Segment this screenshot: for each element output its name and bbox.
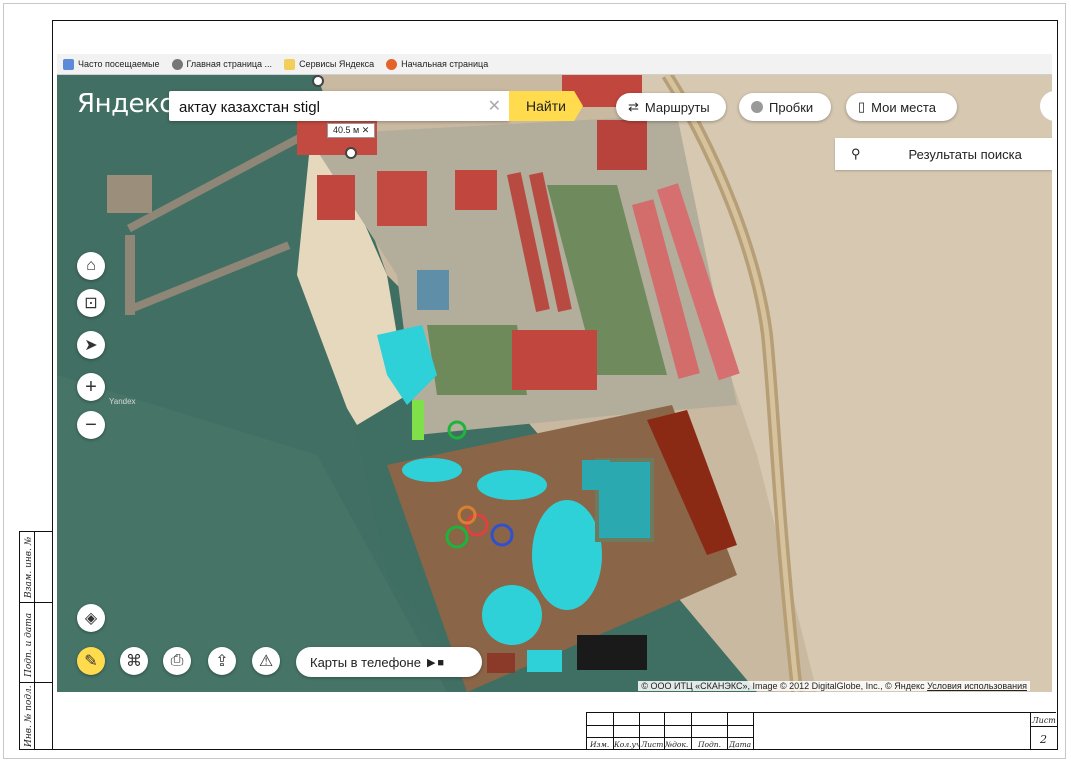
col-count: Кол.уч [614, 740, 641, 749]
print-button[interactable]: ⎙ [163, 647, 191, 675]
terms-link[interactable]: Условия использования [927, 681, 1027, 691]
traffic-icon [751, 101, 763, 113]
layers-icon: ◈ [84, 610, 98, 627]
close-icon[interactable]: ✕ [488, 96, 501, 116]
app-store-icons: ▶■ [426, 656, 447, 669]
page-icon [63, 58, 74, 70]
printer-icon: ⎙ [170, 652, 184, 669]
location-pin-icon: ⚲ [851, 146, 861, 161]
routes-button[interactable]: ⇄ Маршруты [616, 93, 726, 121]
warning-icon: ⚠ [258, 653, 274, 670]
routes-icon: ⇄ [628, 99, 639, 114]
sheet-number: 2 [1040, 733, 1047, 746]
col-doc: №док. [665, 740, 689, 749]
col-change: Изм. [590, 740, 610, 749]
bookmark-item[interactable]: Главная страница ... [171, 58, 272, 70]
yandex-logo[interactable]: Яндекс [77, 89, 174, 119]
plus-icon: + [85, 375, 97, 398]
search-results-panel[interactable]: ⚲ Результаты поиска [835, 138, 1052, 170]
bookmarks-bar: Часто посещаемые Главная страница ... Се… [57, 54, 1052, 75]
ruler-point-start[interactable] [312, 75, 324, 87]
ruler-icon: ✎ [84, 653, 98, 670]
minus-icon: − [85, 413, 97, 436]
firefox-icon [386, 58, 398, 70]
locate-icon: ➤ [84, 337, 98, 354]
bookmark-item[interactable]: Начальная страница [386, 58, 488, 70]
globe-icon [171, 58, 183, 70]
sheet-label: Лист [1032, 716, 1056, 725]
bookmark-icon: ▯ [858, 99, 866, 114]
col-date: Дата [729, 740, 752, 749]
share-icon: ⇪ [215, 653, 229, 670]
home-icon: ⌂ [86, 257, 96, 274]
folder-icon [284, 58, 296, 70]
bookmark-item[interactable]: Сервисы Яндекса [284, 58, 374, 70]
panorama-button[interactable]: ⌘ [120, 647, 148, 675]
bookmark-item[interactable]: Часто посещаемые [63, 58, 160, 70]
side-stamp: Инв. № подл. Подп. и дата Взам. инв. № [19, 531, 53, 750]
briefcase-icon: ⊡ [84, 295, 98, 312]
layers-button[interactable]: ◈ [77, 604, 105, 632]
side-label-replace: Взам. инв. № [24, 536, 34, 598]
search-box[interactable]: ✕ [169, 91, 509, 122]
copyright-notice: © ООО ИТЦ «СКАНЭКС», Image © 2012 Digita… [638, 681, 1030, 691]
briefcase-button[interactable]: ⊡ [77, 289, 105, 317]
locate-button[interactable]: ➤ [77, 331, 105, 359]
map-view[interactable]: Яндекс ✕ Найти ⇄ Маршруты Пробки ▯ Мои м… [57, 75, 1052, 692]
traffic-button[interactable]: Пробки [739, 93, 831, 121]
side-label-inv: Инв. № подл. [24, 685, 34, 747]
col-sign: Подп. [698, 740, 722, 749]
ruler-point-end[interactable] [345, 147, 357, 159]
mobile-apps-pill[interactable]: Карты в телефоне ▶■ [296, 647, 482, 677]
my-places-button[interactable]: ▯ Мои места [846, 93, 957, 121]
share-button[interactable]: ⇪ [208, 647, 236, 675]
title-block: Изм. Кол.уч Лист №док. Подп. Дата Лист 2 [586, 712, 1057, 750]
home-button[interactable]: ⌂ [77, 252, 105, 280]
binoculars-icon: ⌘ [126, 653, 142, 670]
search-input[interactable] [177, 92, 481, 122]
side-label-sign: Подп. и дата [24, 612, 34, 677]
col-sheet: Лист [641, 740, 664, 749]
report-button[interactable]: ⚠ [252, 647, 280, 675]
yandex-watermark: Yandex [109, 397, 136, 406]
ruler-distance-label: 40.5 м ✕ [327, 123, 376, 138]
find-button[interactable]: Найти [509, 91, 583, 121]
zoom-out-button[interactable]: − [77, 411, 105, 439]
ruler-button[interactable]: ✎ [77, 647, 105, 675]
zoom-in-button[interactable]: + [77, 373, 105, 401]
